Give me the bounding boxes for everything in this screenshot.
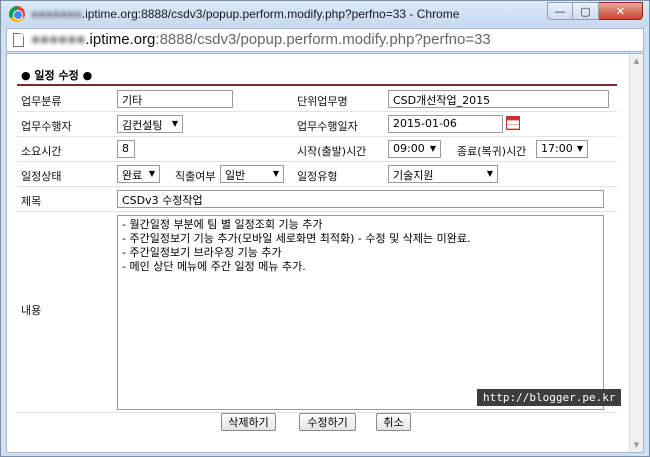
url-text[interactable]: ●●●●●●.iptime.org:8888/csdv3/popup.perfo… — [31, 31, 491, 48]
close-button[interactable]: ✕ — [599, 2, 643, 20]
hours-label: 소요시간 — [21, 145, 62, 158]
unit-task-label: 단위업무명 — [297, 95, 348, 108]
form-row-performer: 업무수행자 김컨설팅 업무수행일자 2015-01-06 — [17, 112, 617, 137]
content-textarea[interactable]: - 월간일정 부분에 팀 별 일정조회 기능 추가 - 주간일정보기 기능 추가… — [117, 215, 604, 410]
end-time-label: 종료(복귀)시간 — [457, 145, 527, 158]
page-title: ● 일정 수정 ● — [21, 69, 93, 82]
perform-date-label: 업무수행일자 — [297, 120, 358, 133]
status-select[interactable]: 완료 — [117, 165, 160, 183]
scroll-down-icon[interactable]: ▼ — [630, 438, 643, 452]
direct-select[interactable]: 일반 — [220, 165, 284, 183]
page-icon — [13, 33, 24, 47]
address-bar[interactable]: ●●●●●●.iptime.org:8888/csdv3/popup.perfo… — [6, 28, 644, 52]
window-title-text: .iptime.org:8888/csdv3/popup.perform.mod… — [81, 7, 460, 21]
scroll-up-icon[interactable]: ▲ — [630, 54, 643, 68]
delete-button[interactable]: 삭제하기 — [221, 413, 276, 431]
page-viewport: ● 일정 수정 ● 업무분류 기타 단위업무명 CSD개선작업_2015 업무수… — [6, 53, 644, 453]
unit-task-input[interactable]: CSD개선작업_2015 — [388, 90, 609, 108]
subject-input[interactable]: CSDv3 수정작업 — [117, 190, 604, 208]
schedule-form: 업무분류 기타 단위업무명 CSD개선작업_2015 업무수행자 김컨설팅 업무… — [17, 87, 617, 413]
window-controls: — ▢ ✕ — [547, 2, 643, 20]
form-row-category: 업무분류 기타 단위업무명 CSD개선작업_2015 — [17, 87, 617, 112]
form-row-subject: 제목 CSDv3 수정작업 — [17, 187, 617, 212]
perform-date-input[interactable]: 2015-01-06 — [388, 115, 503, 133]
start-time-label: 시작(출발)시간 — [297, 145, 367, 158]
start-time-select[interactable]: 09:00 — [388, 140, 441, 158]
subject-label: 제목 — [21, 195, 42, 208]
end-time-select[interactable]: 17:00 — [536, 140, 588, 158]
content-label: 내용 — [21, 304, 42, 317]
direct-label: 직출여부 — [175, 170, 216, 183]
calendar-icon[interactable] — [506, 116, 520, 130]
maximize-icon: ▢ — [580, 4, 591, 18]
category-input[interactable]: 기타 — [117, 90, 233, 108]
chrome-icon — [9, 6, 25, 22]
window-title: ●●●●●●●.iptime.org:8888/csdv3/popup.perf… — [31, 7, 459, 21]
title-divider — [17, 84, 617, 86]
action-buttons: 삭제하기 수정하기 취소 — [7, 413, 627, 437]
status-label: 일정상태 — [21, 170, 62, 183]
url-path: :8888/csdv3/popup.perform.modify.php?per… — [155, 31, 491, 48]
title-bar[interactable]: ●●●●●●●.iptime.org:8888/csdv3/popup.perf… — [1, 1, 649, 27]
form-row-time: 소요시간 8 시작(출발)시간 09:00 종료(복귀)시간 17:00 — [17, 137, 617, 162]
close-icon: ✕ — [615, 4, 626, 18]
type-select[interactable]: 기술지원 — [388, 165, 498, 183]
form-row-status: 일정상태 완료 직출여부 일반 일정유형 기술지원 — [17, 162, 617, 187]
modify-button[interactable]: 수정하기 — [299, 413, 356, 431]
performer-label: 업무수행자 — [21, 120, 72, 133]
watermark: http://blogger.pe.kr — [477, 389, 622, 406]
blurred-host-prefix: ●●●●●● — [31, 31, 86, 48]
url-host: .iptime.org — [85, 31, 156, 48]
vertical-scrollbar[interactable]: ▲ ▼ — [629, 54, 643, 452]
performer-select[interactable]: 김컨설팅 — [117, 115, 183, 133]
cancel-button[interactable]: 취소 — [376, 413, 411, 431]
blurred-title-prefix: ●●●●●●● — [31, 7, 82, 21]
category-label: 업무분류 — [21, 95, 62, 108]
minimize-icon: — — [554, 4, 566, 18]
maximize-button[interactable]: ▢ — [573, 2, 599, 20]
minimize-button[interactable]: — — [547, 2, 573, 20]
hours-input[interactable]: 8 — [117, 140, 135, 158]
browser-window: ●●●●●●●.iptime.org:8888/csdv3/popup.perf… — [0, 0, 650, 457]
type-label: 일정유형 — [297, 170, 338, 183]
form-row-content: 내용 - 월간일정 부분에 팀 별 일정조회 기능 추가 - 주간일정보기 기능… — [17, 212, 617, 413]
